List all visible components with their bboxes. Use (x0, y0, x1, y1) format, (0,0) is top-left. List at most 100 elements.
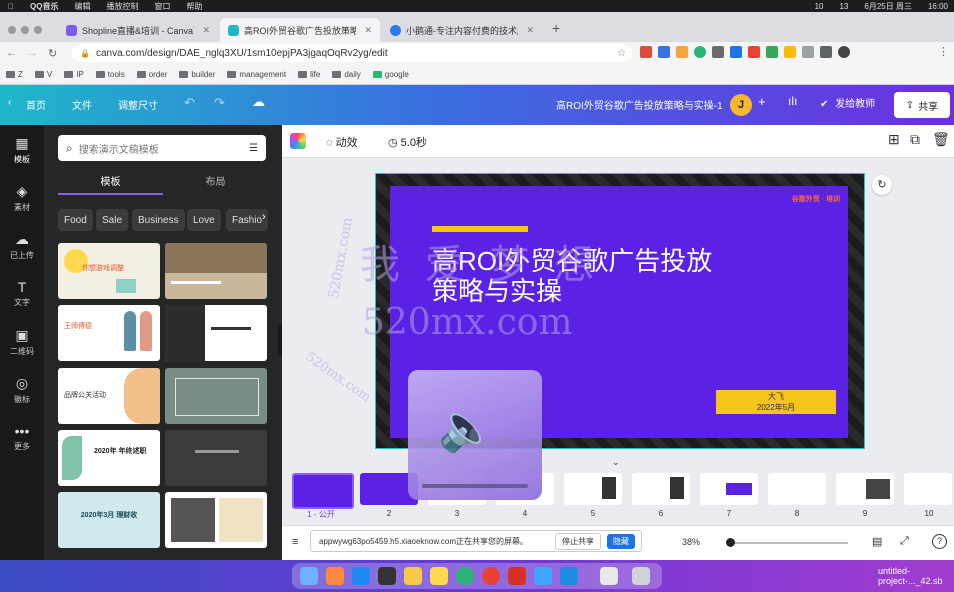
reload-icon[interactable]: ↻ (48, 47, 57, 60)
filter-sliders-icon[interactable]: ☰ (249, 143, 258, 154)
resize-button[interactable]: 调整尺寸 (118, 97, 158, 112)
tab-layouts[interactable]: 布局 (163, 173, 268, 193)
tab-templates[interactable]: 模板 (58, 173, 163, 195)
bookmark-folder[interactable]: tools (95, 70, 125, 79)
rail-item-qrcode[interactable]: ▣ 二维码 (0, 327, 44, 357)
cloud-save-icon[interactable]: ☁ (252, 94, 265, 110)
duplicate-page-icon[interactable]: ⧉ (910, 131, 920, 148)
bookmark-folder[interactable]: life (298, 70, 320, 79)
file-menu-button[interactable]: 文件 (72, 97, 92, 112)
notes-app-icon[interactable] (404, 567, 422, 585)
color-picker-icon[interactable] (290, 133, 306, 149)
desktop-file-label[interactable]: untitled-project-..._42.sb (878, 566, 954, 586)
template-thumbnail[interactable]: 2020年3月 理财收 (58, 492, 160, 548)
page-thumbnail[interactable] (632, 473, 690, 505)
duration-button[interactable]: ◷ 5.0秒 (388, 134, 427, 150)
close-tab-icon[interactable]: ✕ (526, 25, 534, 36)
finder-icon[interactable] (300, 567, 318, 585)
template-thumbnail[interactable] (165, 305, 267, 361)
present-button[interactable]: ✔ 发给教师 (820, 95, 875, 110)
browser-menu-icon[interactable]: ⋮ (938, 45, 949, 58)
extension-icon[interactable] (802, 46, 814, 58)
back-chevron-icon[interactable]: ‹ (8, 97, 11, 108)
notes-icon[interactable]: ≡ (292, 536, 298, 548)
rail-item-logos[interactable]: ◎ 徽标 (0, 375, 44, 405)
audio-overlay[interactable]: 🔈 (408, 370, 542, 500)
feishu-icon[interactable] (560, 567, 578, 585)
page-thumbnail[interactable] (768, 473, 826, 505)
bookmark-link[interactable]: google (372, 70, 409, 79)
extension-icon[interactable] (730, 46, 742, 58)
home-button[interactable]: 首页 (26, 97, 46, 112)
chrome-icon[interactable] (482, 567, 500, 585)
filter-chip[interactable]: Love (187, 209, 221, 231)
page-thumbnail[interactable] (836, 473, 894, 505)
document-title[interactable]: 高ROI外贸谷歌广告投放策略与实操-1 (556, 97, 723, 112)
stop-sharing-button[interactable]: 停止共享 (555, 532, 601, 550)
zoom-slider-track[interactable] (728, 542, 848, 544)
extension-icon[interactable] (640, 46, 652, 58)
add-page-icon[interactable]: ⊞ (888, 131, 900, 148)
rail-item-templates[interactable]: ▦ 模板 (0, 135, 44, 165)
volume-level-bar[interactable] (422, 484, 528, 488)
refresh-icon[interactable]: ↻ (872, 175, 892, 195)
share-button[interactable]: ⇪ 共享 (894, 92, 950, 118)
template-thumbnail[interactable] (165, 430, 267, 486)
wps-icon[interactable] (508, 567, 526, 585)
new-tab-plus-icon[interactable]: + (544, 20, 560, 42)
add-collaborator-plus-icon[interactable]: + (758, 94, 766, 109)
close-tab-icon[interactable]: ✕ (364, 25, 372, 36)
profile-avatar[interactable] (838, 46, 850, 58)
bookmark-folder[interactable]: IP (64, 70, 84, 79)
page-thumbnail[interactable] (292, 473, 354, 509)
rail-item-text[interactable]: T 文字 (0, 279, 44, 308)
template-thumbnail[interactable]: 你想游戏调整 (58, 243, 160, 299)
grid-view-icon[interactable]: ▤ (872, 535, 882, 548)
browser-tab[interactable]: 小鹅通-专注内容付费的技术服务商 ✕ (382, 18, 542, 42)
page-thumbnail[interactable] (700, 473, 758, 505)
app-store-icon[interactable] (352, 567, 370, 585)
apple-icon[interactable]:  (8, 2, 14, 11)
close-window-icon[interactable] (8, 26, 16, 34)
zoom-level[interactable]: 38% (682, 537, 700, 547)
maximize-window-icon[interactable] (34, 26, 42, 34)
delete-page-trash-icon[interactable]: 🗑 (932, 131, 950, 148)
rail-item-elements[interactable]: ◈ 素材 (0, 183, 44, 213)
bookmark-folder[interactable]: order (136, 70, 167, 79)
bookmark-folder[interactable]: Z (6, 70, 23, 79)
qq-icon[interactable] (430, 567, 448, 585)
extension-icon[interactable] (748, 46, 760, 58)
extension-icon[interactable] (766, 46, 778, 58)
zoom-slider-handle[interactable] (726, 538, 735, 547)
extension-icon[interactable] (676, 46, 688, 58)
wechat-icon[interactable] (456, 567, 474, 585)
filter-chip[interactable]: Business (132, 209, 185, 231)
calculator-icon[interactable] (378, 567, 396, 585)
menu-item[interactable]: 编辑 (74, 1, 90, 12)
filter-chip[interactable]: Food (58, 209, 93, 231)
rail-item-uploads[interactable]: ☁ 已上传 (0, 231, 44, 261)
extension-icon[interactable] (784, 46, 796, 58)
extension-icon[interactable] (658, 46, 670, 58)
bookmark-folder[interactable]: builder (179, 70, 215, 79)
downloads-folder-icon[interactable] (600, 567, 618, 585)
dingtalk-icon[interactable] (534, 567, 552, 585)
bookmark-star-icon[interactable]: ☆ (617, 48, 626, 59)
template-thumbnail[interactable]: 王师傅德 (58, 305, 160, 361)
browser-tab-active[interactable]: 高ROI外贸谷歌广告投放策略与实操 ✕ (220, 18, 380, 42)
template-thumbnail[interactable] (165, 243, 267, 299)
avatar[interactable]: J (730, 94, 752, 116)
bookmark-folder[interactable]: management (227, 70, 286, 79)
hide-notice-button[interactable]: 隐藏 (607, 533, 635, 549)
page-thumbnail[interactable] (564, 473, 622, 505)
template-thumbnail[interactable]: 品牌公关活动 (58, 368, 160, 424)
page-thumbnail[interactable] (904, 473, 952, 505)
filter-chip[interactable]: Sale (96, 209, 129, 231)
back-arrow-icon[interactable]: ← (6, 47, 17, 59)
extension-icon[interactable] (694, 46, 706, 58)
lock-icon[interactable]: 🔒 (80, 49, 90, 58)
template-thumbnail[interactable] (165, 368, 267, 424)
trash-icon[interactable] (632, 567, 650, 585)
menu-app-name[interactable]: QQ音乐 (30, 1, 58, 12)
template-thumbnail[interactable]: 2020年 年终述职 (58, 430, 160, 486)
